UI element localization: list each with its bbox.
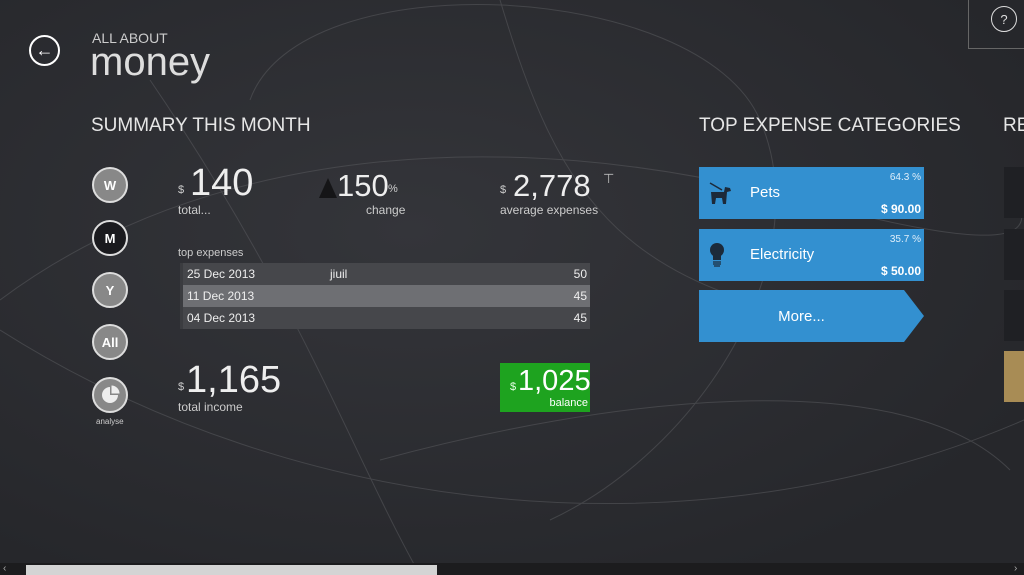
balance-tile[interactable]: $ 1,025 balance [500,363,591,412]
change-unit: % [388,183,398,195]
top-expenses-label: top expenses [178,247,244,259]
balance-label: balance [549,397,588,409]
expense-name: jiuil [330,267,348,281]
recent-tile[interactable] [1004,229,1024,280]
expense-date: 25 Dec 2013 [187,267,256,281]
average-currency: $ [500,184,507,196]
category-amount: $ 50.00 [880,264,921,278]
lightbulb-icon [710,243,724,267]
recent-tile[interactable] [1004,167,1024,218]
table-row[interactable]: 11 Dec 2013 45 [183,285,590,307]
dog-icon [709,182,731,204]
change-value: 150 [337,168,389,203]
total-currency: $ [178,184,185,196]
scrollbar-thumb[interactable] [26,565,437,575]
recent-tile-gold[interactable] [1004,351,1024,402]
expense-date: 11 Dec 2013 [187,289,255,303]
triangle-up-icon [319,178,337,198]
expense-amount: 45 [573,311,587,325]
average-value: 2,778 [513,168,591,203]
total-value: 140 [190,162,254,204]
expense-amount: 50 [573,267,587,281]
arrow-left-icon: ← [35,40,54,60]
scroll-right-icon[interactable]: › [1014,563,1017,574]
analyse-button[interactable] [92,377,128,413]
help-button[interactable]: ? [991,6,1017,32]
income-label: total income [178,400,243,414]
category-name: Electricity [750,246,815,263]
top-expenses-table: 25 Dec 2013 jiuil 50 11 Dec 2013 45 04 Dec … [180,263,590,329]
more-categories-button[interactable]: More... [699,290,924,342]
category-percent: 35.7 % [889,234,921,245]
average-label: average expenses [500,203,599,217]
change-label: change [366,203,406,217]
next-section-heading: RE [1003,115,1024,136]
total-label: total... [178,203,211,217]
category-percent: 64.3 % [889,172,921,183]
balance-currency: $ [510,381,517,393]
summary-heading: SUMMARY THIS MONTH [91,115,311,136]
pin-icon[interactable]: ⊤ [603,171,614,187]
recent-tile[interactable] [1004,290,1024,341]
back-button[interactable]: ← [29,35,60,66]
category-tile-electricity[interactable]: Electricity 35.7 % $ 50.00 [699,229,924,281]
period-month-button[interactable]: M [92,220,128,256]
categories-heading: TOP EXPENSE CATEGORIES [699,115,961,136]
expense-amount: 45 [573,289,587,303]
table-row[interactable]: 25 Dec 2013 jiuil 50 [183,263,590,285]
period-week-button[interactable]: W [92,167,128,203]
period-year-button[interactable]: Y [92,272,128,308]
category-name: Pets [750,184,781,201]
balance-value: 1,025 [518,365,591,397]
expense-date: 04 Dec 2013 [187,311,256,325]
scroll-left-icon[interactable]: ‹ [3,563,6,574]
table-row[interactable]: 04 Dec 2013 45 [183,307,590,329]
page-title: money [90,40,211,84]
pie-chart-icon [102,385,120,403]
analyse-label: analyse [96,417,124,426]
category-amount: $ 90.00 [880,202,921,216]
category-tile-pets[interactable]: Pets 64.3 % $ 90.00 [699,167,924,219]
period-all-button[interactable]: All [92,324,128,360]
income-currency: $ [178,381,185,393]
income-value: 1,165 [186,359,282,401]
